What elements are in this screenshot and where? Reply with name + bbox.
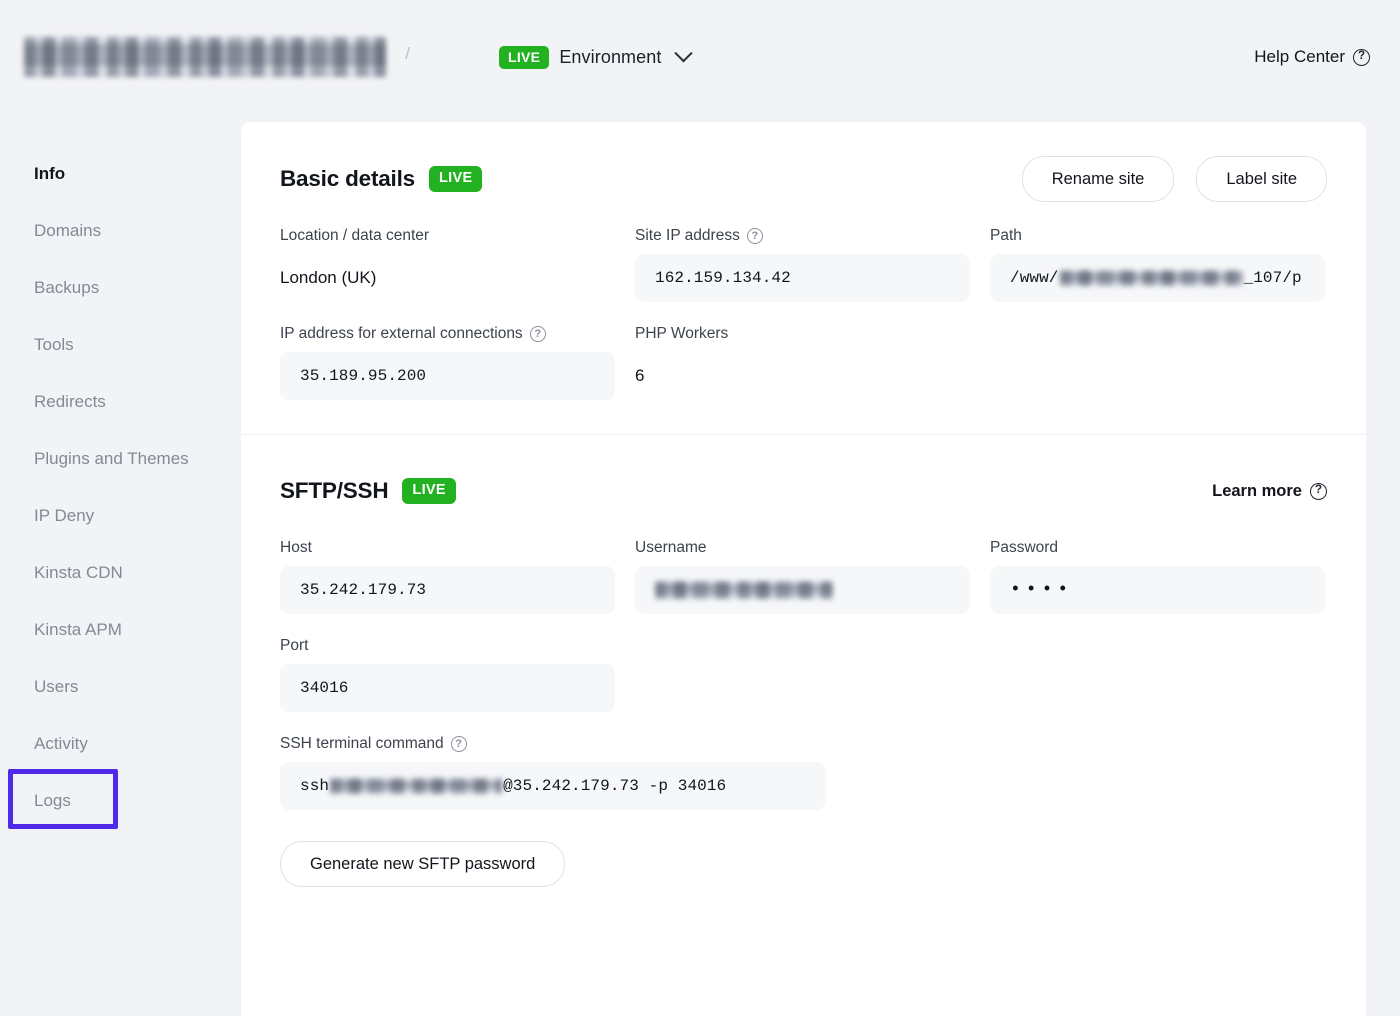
path-value[interactable]: /www/ _107/p	[990, 254, 1325, 302]
field-site-ip: Site IP address ? 162.159.134.42	[635, 227, 990, 302]
field-location: Location / data center London (UK)	[280, 227, 635, 302]
generate-password-row: Generate new SFTP password	[280, 841, 1327, 927]
sftp-ssh-title: SFTP/SSH	[280, 478, 388, 504]
basic-details-actions: Rename site Label site	[1022, 156, 1327, 202]
field-path: Path /www/ _107/p	[990, 227, 1345, 302]
ssh-command-label: SSH terminal command ?	[280, 735, 1307, 753]
username-value[interactable]	[635, 566, 970, 614]
app-root: / LIVE Environment Help Center ? Info Do…	[0, 0, 1400, 1016]
field-port: Port 34016	[280, 637, 635, 712]
question-circle-icon: ?	[1353, 49, 1370, 66]
chevron-down-icon[interactable]	[675, 44, 693, 62]
ssh-command-prefix: ssh	[300, 777, 329, 795]
port-value[interactable]: 34016	[280, 664, 615, 712]
path-redacted	[1060, 270, 1243, 286]
path-prefix: /www/	[1010, 269, 1059, 287]
sftp-ssh-section: SFTP/SSH LIVE Learn more ? Host 35.242.1…	[241, 435, 1366, 927]
ssh-command-label-text: SSH terminal command	[280, 735, 444, 753]
sidebar-item-users[interactable]: Users	[0, 658, 241, 715]
external-ip-help-icon[interactable]: ?	[530, 326, 546, 342]
basic-details-title: Basic details	[280, 166, 415, 192]
password-label: Password	[990, 539, 1325, 557]
sftp-ssh-header: SFTP/SSH LIVE Learn more ?	[280, 469, 1327, 513]
help-center-link[interactable]: Help Center ?	[1254, 47, 1370, 67]
sidebar-item-tools[interactable]: Tools	[0, 316, 241, 373]
site-ip-help-icon[interactable]: ?	[747, 228, 763, 244]
top-header-bar: / LIVE Environment Help Center ?	[0, 0, 1400, 114]
label-site-button[interactable]: Label site	[1196, 156, 1327, 202]
learn-more-question-icon: ?	[1310, 483, 1327, 500]
sftp-grid-row-1: Host 35.242.179.73 Username Password •••…	[280, 539, 1327, 614]
environment-label: Environment	[559, 47, 661, 68]
learn-more-link[interactable]: Learn more ?	[1212, 482, 1327, 501]
username-label: Username	[635, 539, 970, 557]
sidebar-item-redirects[interactable]: Redirects	[0, 373, 241, 430]
field-ssh-command: SSH terminal command ? ssh @35.242.179.7…	[280, 735, 1327, 810]
environment-switcher[interactable]: LIVE Environment	[499, 46, 690, 69]
external-ip-value[interactable]: 35.189.95.200	[280, 352, 615, 400]
port-label: Port	[280, 637, 615, 655]
ssh-command-redacted	[330, 778, 502, 794]
environment-live-badge: LIVE	[499, 46, 549, 69]
basic-details-grid-row-1: Location / data center London (UK) Site …	[280, 227, 1327, 302]
sidebar-item-plugins-and-themes[interactable]: Plugins and Themes	[0, 430, 241, 487]
rename-site-button[interactable]: Rename site	[1022, 156, 1175, 202]
sidebar-item-logs[interactable]: Logs	[0, 772, 241, 829]
sidebar-nav: Info Domains Backups Tools Redirects Plu…	[0, 114, 241, 1016]
path-label: Path	[990, 227, 1325, 245]
sidebar-item-kinsta-apm[interactable]: Kinsta APM	[0, 601, 241, 658]
sidebar-item-activity[interactable]: Activity	[0, 715, 241, 772]
site-ip-label: Site IP address ?	[635, 227, 970, 245]
basic-details-section: Basic details LIVE Rename site Label sit…	[241, 122, 1366, 434]
sftp-grid-row-2: Port 34016	[280, 637, 1327, 712]
site-ip-label-text: Site IP address	[635, 227, 740, 245]
sidebar-item-kinsta-cdn[interactable]: Kinsta CDN	[0, 544, 241, 601]
ssh-command-suffix: @35.242.179.73 -p 34016	[503, 777, 726, 795]
generate-new-sftp-password-button[interactable]: Generate new SFTP password	[280, 841, 565, 887]
breadcrumb-separator: /	[405, 44, 410, 64]
basic-details-grid-row-2: IP address for external connections ? 35…	[280, 325, 1327, 400]
external-ip-label: IP address for external connections ?	[280, 325, 615, 343]
password-value[interactable]: ••••	[990, 566, 1325, 614]
main-content-card: Basic details LIVE Rename site Label sit…	[241, 122, 1366, 1016]
field-external-ip: IP address for external connections ? 35…	[280, 325, 635, 400]
password-masked-value: ••••	[1010, 581, 1073, 599]
basic-details-header: Basic details LIVE Rename site Label sit…	[280, 157, 1327, 201]
username-redacted	[655, 581, 833, 599]
php-workers-value: 6	[635, 352, 970, 400]
host-value[interactable]: 35.242.179.73	[280, 566, 615, 614]
site-name-redacted	[24, 37, 386, 77]
field-spacer	[990, 325, 1345, 400]
field-username: Username	[635, 539, 990, 614]
ssh-command-value[interactable]: ssh @35.242.179.73 -p 34016	[280, 762, 826, 810]
external-ip-label-text: IP address for external connections	[280, 325, 523, 343]
help-center-label: Help Center	[1254, 47, 1345, 67]
field-spacer-2	[635, 637, 990, 712]
site-ip-value[interactable]: 162.159.134.42	[635, 254, 970, 302]
sftp-ssh-live-badge: LIVE	[402, 478, 455, 504]
field-host: Host 35.242.179.73	[280, 539, 635, 614]
sidebar-item-ip-deny[interactable]: IP Deny	[0, 487, 241, 544]
field-password: Password ••••	[990, 539, 1345, 614]
sidebar-item-domains[interactable]: Domains	[0, 202, 241, 259]
basic-details-live-badge: LIVE	[429, 166, 482, 192]
ssh-command-help-icon[interactable]: ?	[451, 736, 467, 752]
sidebar-item-info[interactable]: Info	[0, 145, 241, 202]
field-php-workers: PHP Workers 6	[635, 325, 990, 400]
site-name-breadcrumb[interactable]: /	[24, 34, 404, 80]
path-suffix: _107/p	[1244, 269, 1302, 287]
location-value: London (UK)	[280, 254, 615, 302]
php-workers-label: PHP Workers	[635, 325, 970, 343]
location-label: Location / data center	[280, 227, 615, 245]
sidebar-item-backups[interactable]: Backups	[0, 259, 241, 316]
field-spacer-3	[990, 637, 1345, 712]
host-label: Host	[280, 539, 615, 557]
learn-more-label: Learn more	[1212, 482, 1302, 501]
